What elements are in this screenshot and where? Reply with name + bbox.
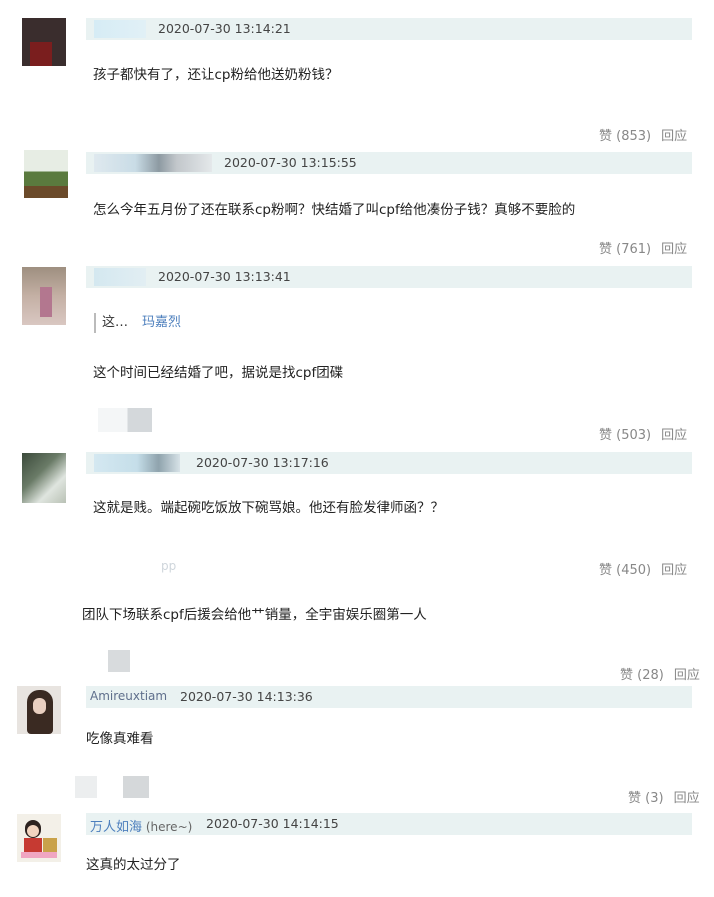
- like-button[interactable]: 赞 (503): [599, 428, 651, 443]
- comment-actions: 赞 (761) 回应: [599, 238, 687, 257]
- comment-username[interactable]: Amireuxtiam: [90, 689, 167, 703]
- comment-header: 2020-07-30 13:14:21: [86, 18, 692, 40]
- like-button[interactable]: 赞 (853): [599, 129, 651, 144]
- faded-username: pp: [161, 559, 177, 573]
- reply-button[interactable]: 回应: [661, 242, 687, 257]
- comment-actions: 赞 (450) 回应: [599, 559, 687, 578]
- blurred-username: [94, 454, 180, 472]
- comment-text: 吃像真难看: [86, 731, 154, 747]
- comment-actions: 赞 (3) 回应: [628, 787, 700, 806]
- quote-text: 这…: [102, 315, 129, 330]
- comment-text: 团队下场联系cpf后援会给他艹销量，全宇宙娱乐圈第一人: [82, 607, 427, 623]
- reply-button[interactable]: 回应: [674, 791, 700, 806]
- comment-header: 2020-07-30 13:15:55: [86, 152, 692, 174]
- reply-button[interactable]: 回应: [674, 668, 700, 683]
- avatar[interactable]: [22, 267, 66, 325]
- comment-text: 这真的太过分了: [86, 857, 181, 873]
- quote-username-link[interactable]: 玛嘉烈: [142, 315, 181, 330]
- blurred-username: [94, 268, 146, 286]
- username-suffix: (here~): [145, 820, 193, 834]
- blurred-content: [75, 776, 149, 798]
- comment-text: 这个时间已经结婚了吧，据说是找cpf团碟: [93, 365, 344, 381]
- comment-header: 2020-07-30 13:17:16: [86, 452, 692, 474]
- comment-timestamp: 2020-07-30 13:17:16: [196, 455, 329, 470]
- like-button[interactable]: 赞 (450): [599, 563, 651, 578]
- blurred-username: [94, 20, 146, 38]
- username-text: 万人如海: [90, 820, 143, 835]
- comment-actions: 赞 (503) 回应: [599, 424, 687, 443]
- avatar[interactable]: [17, 686, 61, 734]
- like-button[interactable]: 赞 (3): [628, 791, 664, 806]
- avatar[interactable]: [22, 18, 66, 66]
- comment-timestamp: 2020-07-30 13:15:55: [224, 155, 357, 170]
- comment-username[interactable]: 万人如海 (here~): [90, 816, 192, 835]
- comment-actions: 赞 (853) 回应: [599, 125, 687, 144]
- comment-timestamp: 2020-07-30 13:14:21: [158, 21, 291, 36]
- comment-timestamp: 2020-07-30 13:13:41: [158, 269, 291, 284]
- like-button[interactable]: 赞 (28): [620, 668, 664, 683]
- avatar[interactable]: [17, 814, 61, 862]
- comment-text: 孩子都快有了，还让cp粉给他送奶粉钱？: [93, 67, 339, 83]
- comment-timestamp: 2020-07-30 14:13:36: [180, 689, 313, 704]
- reply-button[interactable]: 回应: [661, 563, 687, 578]
- blurred-username: [94, 154, 212, 172]
- comment-actions: 赞 (28) 回应: [620, 664, 700, 683]
- reply-button[interactable]: 回应: [661, 428, 687, 443]
- comment-header: 2020-07-30 13:13:41: [86, 266, 692, 288]
- comment-text: 这就是贱。端起碗吃饭放下碗骂娘。他还有脸发律师函？？: [93, 500, 444, 516]
- comment-text: 怎么今年五月份了还在联系cp粉啊？快结婚了叫cpf给他凑份子钱？真够不要脸的: [93, 202, 576, 218]
- comment-header: Amireuxtiam 2020-07-30 14:13:36: [86, 686, 692, 708]
- reply-button[interactable]: 回应: [661, 129, 687, 144]
- avatar[interactable]: [24, 150, 68, 198]
- avatar[interactable]: [22, 453, 66, 503]
- comment-timestamp: 2020-07-30 14:14:15: [206, 816, 339, 831]
- like-button[interactable]: 赞 (761): [599, 242, 651, 257]
- blurred-content: [108, 650, 130, 672]
- blurred-content: [98, 408, 152, 432]
- comment-header: 万人如海 (here~) 2020-07-30 14:14:15: [86, 813, 692, 835]
- quoted-reply: 这… 玛嘉烈: [94, 313, 181, 333]
